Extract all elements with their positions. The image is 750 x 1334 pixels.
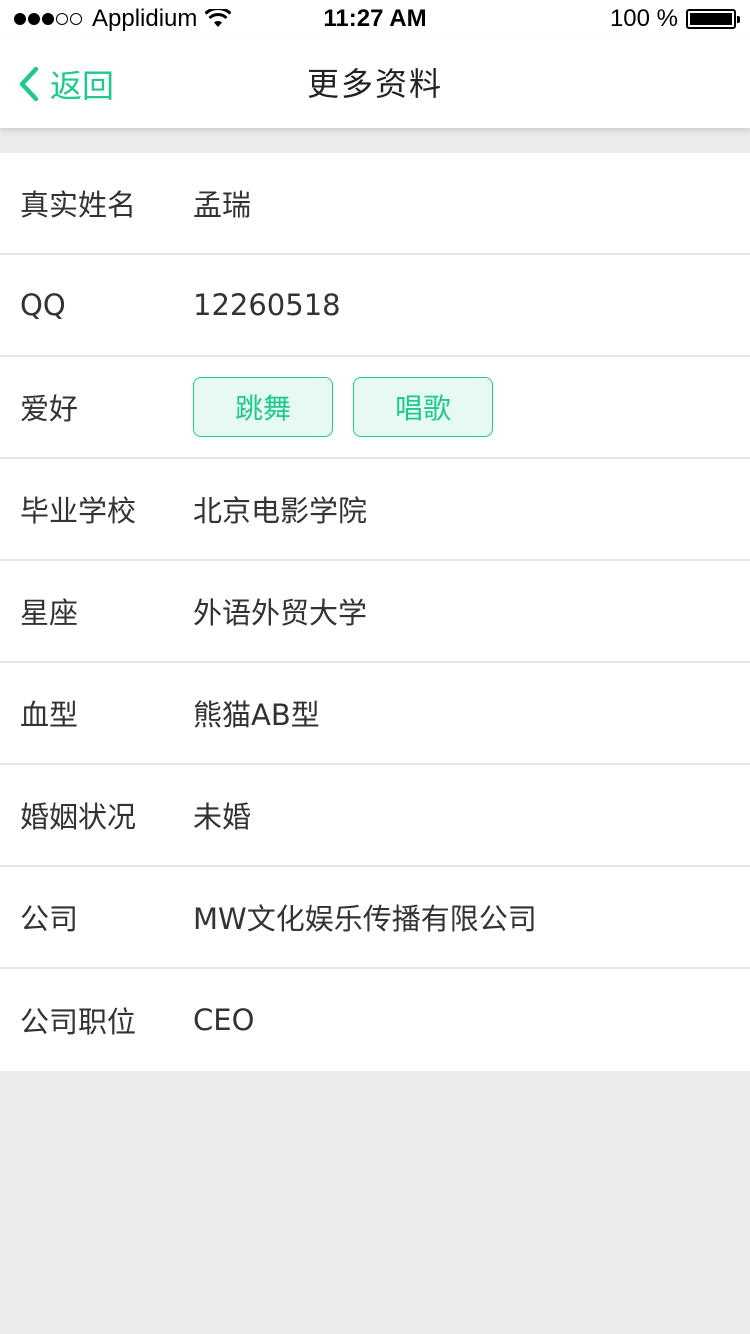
marital-status-label: 婚姻状况 — [20, 800, 137, 834]
row-school: 毕业学校 北京电影学院 — [0, 459, 750, 561]
row-real-name: 真实姓名 孟瑞 — [0, 153, 750, 255]
page-title: 更多资料 — [306, 65, 443, 103]
constellation-label: 星座 — [20, 596, 79, 630]
row-position: 公司职位 CEO — [0, 969, 750, 1071]
constellation-value: 外语外贸大学 — [193, 596, 368, 630]
position-value: CEO — [193, 1003, 255, 1037]
company-label: 公司 — [20, 902, 79, 936]
row-blood-type: 血型 熊猫AB型 — [0, 663, 750, 765]
real-name-value: 孟瑞 — [193, 188, 252, 222]
school-value: 北京电影学院 — [193, 494, 368, 528]
row-constellation: 星座 外语外贸大学 — [0, 561, 750, 663]
status-right: 100 % — [609, 4, 740, 34]
qq-label: QQ — [20, 288, 66, 322]
marital-status-value: 未婚 — [193, 800, 252, 834]
hobby-tags: 跳舞 唱歌 — [193, 377, 513, 437]
hobbies-label: 爱好 — [20, 392, 79, 426]
blood-type-label: 血型 — [20, 698, 79, 732]
qq-value: 12260518 — [193, 288, 341, 322]
hobby-tag-dance[interactable]: 跳舞 — [193, 377, 333, 437]
position-label: 公司职位 — [20, 1005, 137, 1039]
blood-type-value: 熊猫AB型 — [193, 698, 320, 732]
hobby-tag-sing[interactable]: 唱歌 — [353, 377, 493, 437]
battery-percent: 100 % — [609, 5, 678, 32]
navigation-bar: 返回 更多资料 — [0, 40, 750, 128]
row-company: 公司 MW文化娱乐传播有限公司 — [0, 867, 750, 969]
row-hobbies: 爱好 跳舞 唱歌 — [0, 357, 750, 459]
real-name-label: 真实姓名 — [20, 188, 137, 222]
battery-icon — [686, 9, 740, 29]
school-label: 毕业学校 — [20, 494, 137, 528]
profile-list: 真实姓名 孟瑞 QQ 12260518 爱好 跳舞 唱歌 毕业学校 北京电影学院… — [0, 153, 750, 1071]
company-value: MW文化娱乐传播有限公司 — [193, 902, 537, 936]
status-bar: Applidium 11:27 AM 100 % — [0, 0, 750, 40]
row-marital-status: 婚姻状况 未婚 — [0, 765, 750, 867]
row-qq: QQ 12260518 — [0, 255, 750, 357]
battery-fill — [690, 13, 732, 25]
